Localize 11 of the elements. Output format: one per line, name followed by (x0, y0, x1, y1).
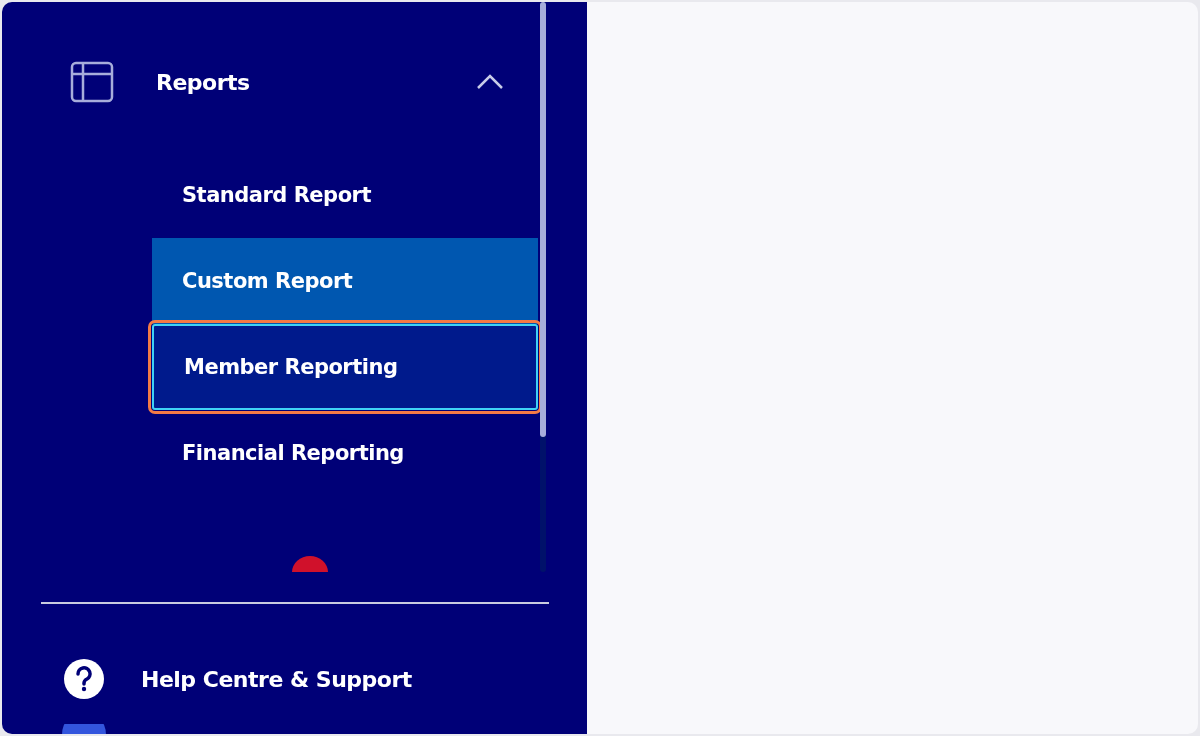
help-link[interactable]: Help Centre & Support (141, 666, 412, 692)
avatar-icon[interactable] (62, 724, 106, 734)
table-icon (70, 61, 114, 103)
nav-item[interactable]: Financial Reporting (152, 410, 538, 496)
nav-item[interactable]: Custom Report (152, 238, 538, 324)
nav-item[interactable]: Standard Report (152, 152, 538, 238)
scrollbar-track[interactable] (540, 2, 546, 573)
help-icon[interactable] (63, 658, 105, 701)
scrollbar-thumb[interactable] (540, 2, 546, 437)
chevron-icon[interactable] (476, 74, 504, 90)
section-title[interactable]: Reports (156, 69, 476, 95)
